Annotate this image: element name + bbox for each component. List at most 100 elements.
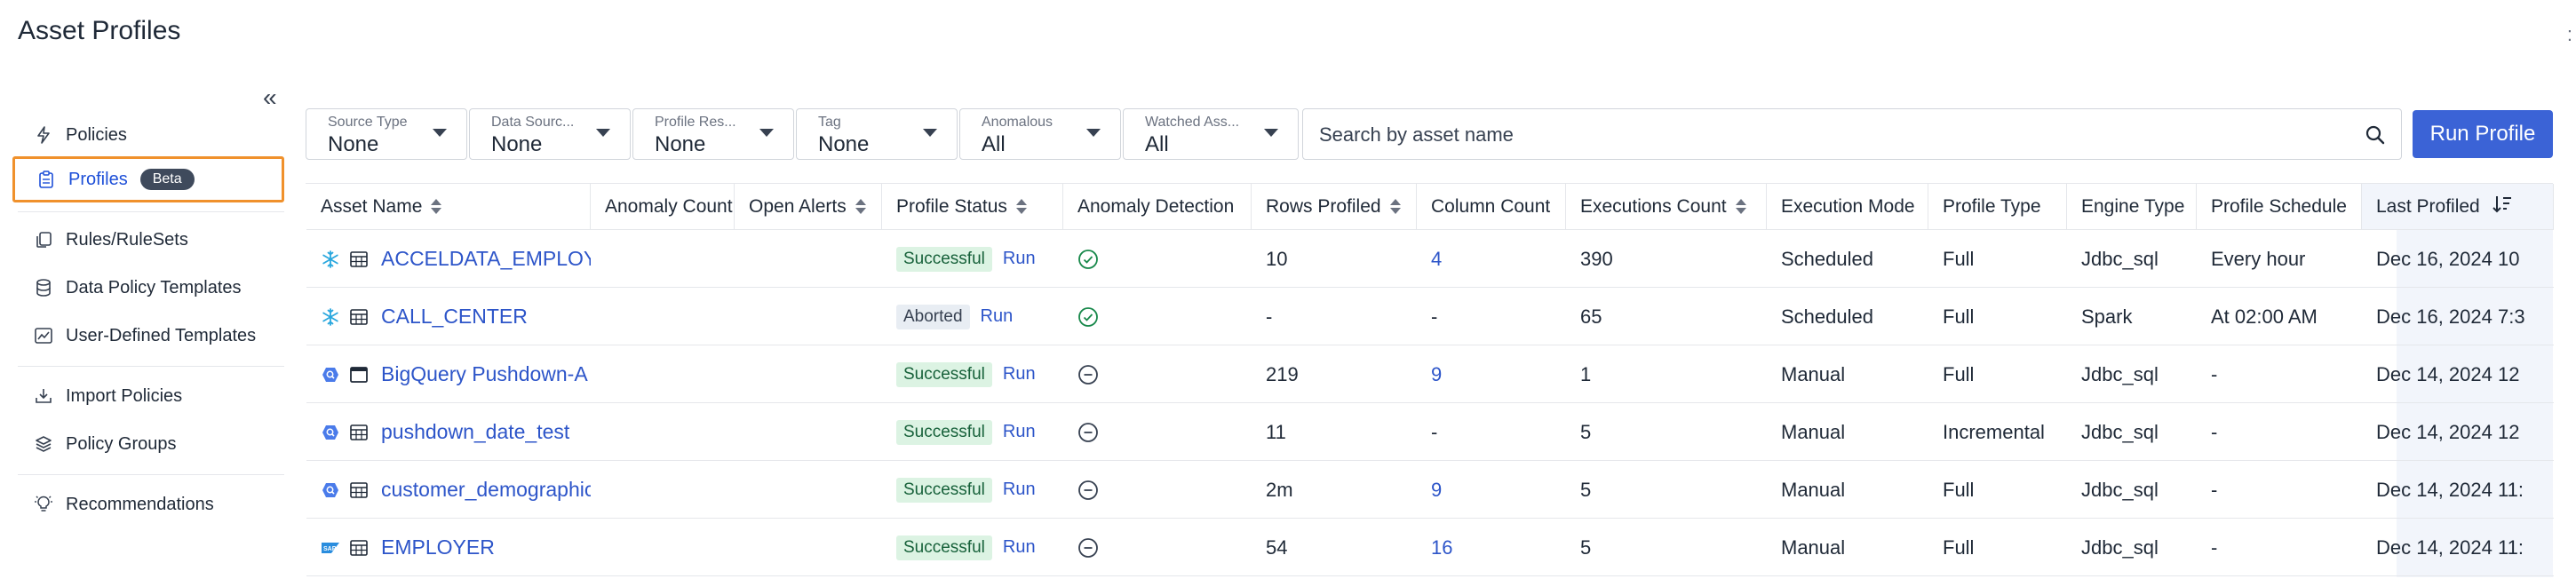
sort-descending-icon[interactable] [2493,194,2512,219]
sidebar-item-recommendations[interactable]: Recommendations [12,481,284,527]
more-icon[interactable]: : [2567,23,2572,46]
table-row[interactable]: BigQuery Pushdown-A Successful Run 219 9… [306,345,2554,403]
anomalous-filter[interactable]: Anomalous All [959,108,1121,160]
filter-value: None [328,132,379,156]
filter-label: Source Type [328,115,408,130]
anomaly-count-cell [591,519,735,576]
filter-value: All [982,132,1006,156]
search-box [1302,108,2402,160]
minus-circle-icon [1077,480,1099,501]
col-header-anomaly-count[interactable]: Anomaly Count [591,184,735,230]
run-link[interactable]: Run [981,306,1014,327]
beta-badge: Beta [139,169,195,190]
anomaly-count-cell [591,288,735,345]
table-icon [349,250,369,269]
layers-icon [34,434,53,454]
chevron-down-icon [596,129,610,137]
sidebar-item-import-policies[interactable]: Import Policies [12,373,284,419]
engine-type-cell: Jdbc_sql [2081,535,2159,559]
sidebar-item-rules[interactable]: Rules/RuleSets [12,217,284,263]
asset-name-cell: SAP EMPLOYER [306,519,591,576]
sidebar-item-label: Policy Groups [66,433,177,454]
executions-count-cell: 5 [1580,478,1592,501]
sidebar-item-profiles[interactable]: Profiles Beta [12,156,284,202]
data-source-filter[interactable]: Data Sourc... None [469,108,631,160]
source-type-filter[interactable]: Source Type None [306,108,467,160]
filter-value: None [818,132,870,156]
executions-count-cell: 5 [1580,420,1592,443]
filter-value: None [655,132,706,156]
bigquery-icon [321,365,340,385]
profile-schedule-cell: - [2211,478,2218,501]
anomaly-detection-cell [1063,519,1252,576]
sidebar-item-data-policy-templates[interactable]: Data Policy Templates [12,265,284,311]
run-link[interactable]: Run [1003,422,1036,442]
search-icon[interactable] [2365,125,2385,149]
col-header-executions-count[interactable]: Executions Count [1566,184,1767,230]
window-icon [349,365,369,385]
anomaly-count-cell [591,461,735,519]
asset-name-cell: pushdown_date_test [306,403,591,461]
sidebar-item-policies[interactable]: Policies [12,112,284,158]
column-count-value[interactable]: 9 [1431,363,1442,386]
asset-name-link[interactable]: CALL_CENTER [381,305,528,329]
profile-status-cell: Successful Run [882,345,1063,403]
status-badge: Successful [896,535,992,560]
execution-mode-cell: Manual [1781,535,1846,559]
asset-name-link[interactable]: BigQuery Pushdown-A [381,362,588,386]
col-header-open-alerts[interactable]: Open Alerts [735,184,882,230]
run-link[interactable]: Run [1003,364,1036,385]
table-icon [349,538,369,558]
filter-label: Tag [818,115,841,130]
table-row[interactable]: ACCELDATA_EMPLOYEE Successful Run 10 4 3… [306,230,2554,288]
bigquery-icon [321,423,340,442]
engine-type-cell: Jdbc_sql [2081,247,2159,270]
column-count-cell: - [1417,288,1566,345]
run-link[interactable]: Run [1003,480,1036,500]
col-header-last-profiled[interactable]: Last Profiled [2362,184,2554,230]
col-header-anomaly-detection: Anomaly Detection [1063,184,1252,230]
search-input[interactable] [1319,122,2341,148]
col-header-asset-name[interactable]: Asset Name [306,184,591,230]
svg-text:SAP: SAP [323,546,337,552]
run-link[interactable]: Run [1003,249,1036,269]
snowflake-icon [321,250,340,269]
profiles-table: Asset Name Anomaly Count Open Alerts Pro… [306,183,2554,577]
chevron-down-icon [1264,129,1278,137]
table-row[interactable]: CALL_CENTER Aborted Run - - 65 Scheduled… [306,288,2554,345]
sidebar-item-user-defined-templates[interactable]: User-Defined Templates [12,313,284,359]
col-header-profile-status[interactable]: Profile Status [882,184,1063,230]
col-header-profile-schedule: Profile Schedule [2197,184,2362,230]
tag-filter[interactable]: Tag None [796,108,958,160]
sort-icon [1389,199,1401,214]
rows-profiled-cell: 10 [1266,247,1288,270]
table-row[interactable]: SAP EMPLOYER Successful Run 54 16 5 Manu… [306,519,2554,576]
lightbulb-icon [34,495,53,514]
column-count-value[interactable]: 16 [1431,536,1452,559]
sidebar-item-policy-groups[interactable]: Policy Groups [12,421,284,467]
profile-schedule-cell: At 02:00 AM [2211,305,2318,328]
sidebar-item-label: Data Policy Templates [66,277,242,297]
col-header-rows-profiled[interactable]: Rows Profiled [1252,184,1417,230]
anomaly-detection-cell [1063,403,1252,461]
asset-name-link[interactable]: EMPLOYER [381,535,495,559]
anomaly-detection-cell [1063,230,1252,288]
profile-result-filter[interactable]: Profile Res... None [632,108,794,160]
table-row[interactable]: customer_demographics Successful Run 2m … [306,461,2554,519]
table-row[interactable]: pushdown_date_test Successful Run 11 - 5… [306,403,2554,461]
run-link[interactable]: Run [1003,537,1036,558]
column-count-value[interactable]: 4 [1431,248,1442,271]
clipboard-icon [36,170,56,189]
column-count-value[interactable]: 9 [1431,479,1442,502]
watched-assets-filter[interactable]: Watched Ass... All [1123,108,1299,160]
asset-name-link[interactable]: customer_demographics [381,478,591,502]
anomaly-detection-cell [1063,345,1252,403]
asset-name-link[interactable]: ACCELDATA_EMPLOYEE [381,247,591,271]
collapse-sidebar-icon[interactable]: « [263,85,277,110]
asset-name-link[interactable]: pushdown_date_test [381,420,569,444]
execution-mode-cell: Scheduled [1781,305,1873,328]
run-profile-button[interactable]: Run Profile [2413,110,2553,158]
sidebar-item-label: User-Defined Templates [66,325,257,345]
column-count-cell: 4 [1417,230,1566,288]
last-profiled-cell: Dec 14, 2024 12 [2376,362,2520,385]
